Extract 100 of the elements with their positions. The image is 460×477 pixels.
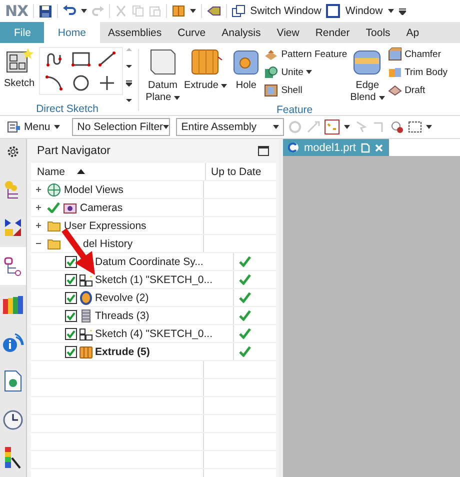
- shell-icon: [264, 83, 278, 97]
- assembly-scope-dropdown[interactable]: Entire Assembly: [176, 118, 284, 136]
- caret-icon: [273, 125, 280, 129]
- caret-icon: [426, 125, 432, 129]
- part-file-icon: [288, 142, 299, 153]
- color-palette-icon: [3, 446, 23, 470]
- ribbon-tab[interactable]: Assemblies: [100, 22, 170, 43]
- ribbon-tab[interactable]: View: [268, 22, 308, 43]
- panel-title: Part Navigator: [37, 145, 111, 157]
- document-icon: [360, 142, 370, 152]
- tag-icon[interactable]: [207, 6, 222, 16]
- unite-icon: [264, 65, 278, 79]
- threads-icon: [79, 308, 93, 322]
- feature-button[interactable]: Shell: [264, 83, 348, 97]
- tree-item[interactable]: Datum Coordinate Sy...: [95, 256, 204, 268]
- feature-button[interactable]: Draft: [388, 83, 448, 97]
- caret-icon: [388, 9, 394, 13]
- caret-icon: [54, 125, 60, 129]
- extrude-icon: [188, 47, 223, 77]
- expand-icon[interactable]: [35, 186, 44, 193]
- column-header[interactable]: Name: [37, 166, 66, 178]
- caret-icon: [344, 125, 350, 129]
- caret-icon: [174, 96, 180, 100]
- feature-button[interactable]: Hole: [230, 47, 262, 92]
- point-select-icon[interactable]: [324, 119, 340, 135]
- gallery-scroll-icon[interactable]: [126, 47, 132, 103]
- switch-window-button[interactable]: Switch Window: [250, 5, 322, 17]
- caret-icon: [190, 9, 196, 13]
- feature-button[interactable]: Datum Plane: [144, 47, 181, 104]
- maximize-icon[interactable]: [258, 146, 269, 156]
- document-icon: [4, 370, 22, 392]
- ribbon-tab[interactable]: Home: [44, 22, 100, 43]
- tree-item[interactable]: del History: [83, 238, 133, 250]
- ribbon-tab[interactable]: Curve: [170, 22, 214, 43]
- close-icon[interactable]: [374, 144, 383, 152]
- nx-logo: NX: [5, 2, 28, 20]
- info-signal-icon: [2, 332, 24, 353]
- extrude-icon: [79, 344, 93, 358]
- chamfer-icon: [388, 47, 402, 61]
- column-header[interactable]: Up to Date: [211, 166, 262, 178]
- collapse-icon[interactable]: [35, 240, 44, 247]
- tree-item[interactable]: Sketch (4) "SKETCH_0...: [95, 328, 213, 340]
- tree-item[interactable]: Sketch (1) "SKETCH_0...: [95, 274, 213, 286]
- feature-button[interactable]: Edge Blend: [349, 47, 386, 104]
- part-tree-icon: [3, 256, 23, 276]
- expand-icon[interactable]: [35, 222, 44, 229]
- clock-icon: [3, 410, 23, 430]
- feature-button[interactable]: Trim Body: [388, 65, 448, 79]
- menu-icon: [7, 121, 21, 133]
- feature-button[interactable]: Chamfer: [388, 47, 448, 61]
- folder-icon: [47, 218, 61, 232]
- expand-icon[interactable]: [35, 204, 44, 211]
- ribbon-tab[interactable]: Render: [307, 22, 358, 43]
- ribbon-tab[interactable]: Tools: [358, 22, 398, 43]
- revolve-icon: [79, 290, 93, 304]
- window-menu[interactable]: Window: [345, 5, 383, 17]
- checkbox[interactable]: [65, 256, 77, 268]
- line-icon[interactable]: [96, 51, 117, 67]
- save-icon[interactable]: [39, 4, 52, 18]
- books-icon: [2, 294, 24, 315]
- book-icon[interactable]: [172, 5, 186, 17]
- camera-icon: [63, 200, 77, 214]
- settings-icon[interactable]: [6, 145, 20, 158]
- rectangle-icon[interactable]: [70, 51, 91, 67]
- tree-item[interactable]: Revolve (2): [95, 292, 149, 304]
- tree-item[interactable]: Extrude (5): [95, 346, 150, 358]
- tree-item[interactable]: User Expressions: [64, 220, 146, 232]
- tree-item[interactable]: Model Views: [64, 184, 124, 196]
- snap-icon: [288, 120, 302, 134]
- feature-button[interactable]: Extrude: [182, 47, 228, 92]
- navigator-tab[interactable]: [0, 247, 26, 286]
- checkbox[interactable]: [65, 310, 77, 322]
- feature-button[interactable]: Pattern Feature: [264, 47, 348, 61]
- checkbox[interactable]: [65, 274, 77, 286]
- customize-icon[interactable]: [398, 8, 406, 14]
- marquee-icon[interactable]: [408, 120, 422, 134]
- target-icon[interactable]: [390, 120, 404, 134]
- checkbox[interactable]: [65, 292, 77, 304]
- copy-icon: [132, 5, 144, 17]
- tree-item[interactable]: Cameras: [80, 202, 123, 214]
- sketch-icon: [4, 47, 34, 75]
- arc-icon[interactable]: [44, 75, 65, 91]
- globe-icon: [47, 182, 61, 196]
- caret-icon: [81, 9, 88, 13]
- ribbon-tab[interactable]: Ap: [398, 22, 428, 43]
- checkbox[interactable]: [65, 346, 77, 358]
- sketch-button[interactable]: Sketch: [3, 47, 36, 89]
- tree-item[interactable]: Threads (3): [95, 310, 150, 322]
- ribbon-tab[interactable]: Analysis: [214, 22, 269, 43]
- folder-icon: [47, 236, 61, 250]
- feature-button[interactable]: Unite: [264, 65, 348, 79]
- selection-filter-dropdown[interactable]: No Selection Filter: [72, 118, 170, 136]
- plane-icon: [148, 47, 178, 77]
- switch-window-icon: [232, 4, 246, 18]
- circle-icon[interactable]: [70, 75, 91, 91]
- caret-icon: [221, 84, 228, 88]
- caret-icon: [163, 125, 170, 129]
- menu-button[interactable]: Menu: [24, 121, 50, 133]
- undo-icon[interactable]: [63, 5, 76, 17]
- checkbox[interactable]: [65, 328, 77, 340]
